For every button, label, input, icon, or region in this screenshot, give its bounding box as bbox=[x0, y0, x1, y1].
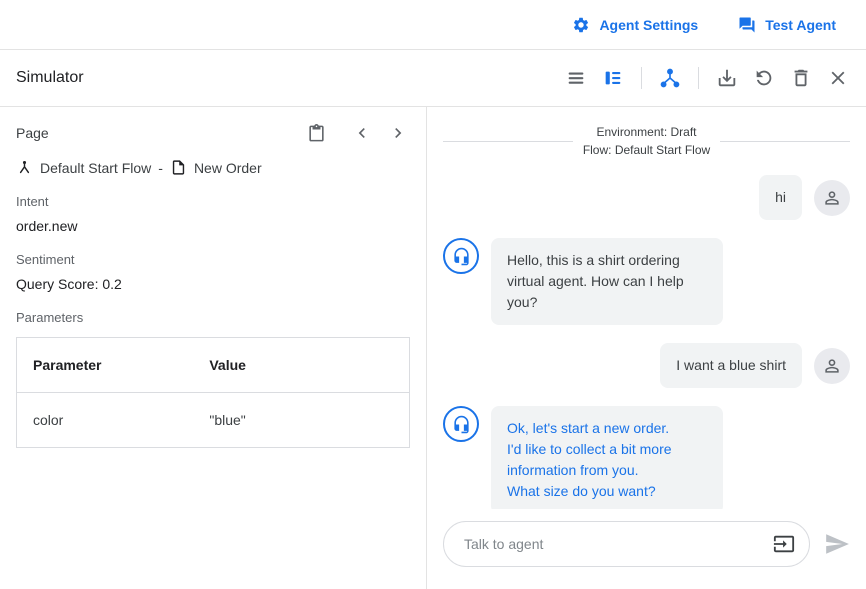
table-header-row: Parameter Value bbox=[17, 338, 410, 393]
dialogflow-simulator-window: Agent Settings Test Agent Simulator bbox=[0, 0, 866, 589]
test-agent-label: Test Agent bbox=[765, 17, 836, 33]
clipboard-icon bbox=[307, 124, 326, 143]
text-view-button[interactable] bbox=[562, 64, 590, 92]
page-actions bbox=[305, 121, 410, 145]
transcript-detail-panel: Page bbox=[0, 107, 427, 589]
agent-settings-label: Agent Settings bbox=[599, 17, 698, 33]
message-bubble: I want a blue shirt bbox=[660, 343, 802, 388]
page-title: Simulator bbox=[16, 69, 84, 87]
value-column-header: Value bbox=[193, 338, 409, 393]
send-icon bbox=[824, 531, 850, 557]
divider-line bbox=[720, 141, 850, 142]
graph-icon bbox=[659, 67, 681, 89]
agent-message: Ok, let's start a new order. I'd like to… bbox=[443, 406, 850, 509]
agent-avatar bbox=[443, 406, 479, 442]
copy-page-button[interactable] bbox=[305, 122, 328, 145]
sentiment-value: Query Score: 0.2 bbox=[16, 276, 410, 292]
submit-utterance-button[interactable] bbox=[773, 533, 795, 555]
user-message: I want a blue shirt bbox=[443, 343, 850, 388]
split-list-icon bbox=[602, 67, 624, 89]
simulator-toolbar bbox=[562, 64, 852, 92]
user-message: hi bbox=[443, 175, 850, 220]
parameter-value-cell: "blue" bbox=[193, 393, 409, 448]
parameter-column-header: Parameter bbox=[17, 338, 194, 393]
page-row: Page bbox=[16, 121, 410, 145]
chat-input-box bbox=[443, 521, 810, 567]
prev-turn-button[interactable] bbox=[350, 121, 374, 145]
intent-label: Intent bbox=[16, 194, 410, 209]
parameters-label: Parameters bbox=[16, 310, 410, 325]
page-name: New Order bbox=[194, 160, 262, 176]
environment-flow: Flow: Default Start Flow bbox=[583, 141, 710, 159]
flow-name: Default Start Flow bbox=[40, 160, 151, 176]
intent-value: order.new bbox=[16, 218, 410, 234]
trash-icon bbox=[790, 67, 812, 89]
flow-graph-button[interactable] bbox=[656, 64, 684, 92]
lines-icon bbox=[565, 67, 587, 89]
main-content: Page bbox=[0, 107, 866, 589]
delete-conversation-button[interactable] bbox=[787, 64, 815, 92]
message-bubble: hi bbox=[759, 175, 802, 220]
person-icon bbox=[822, 356, 842, 376]
gear-icon bbox=[572, 16, 590, 34]
message-bubble: Hello, this is a shirt ordering virtual … bbox=[491, 238, 723, 325]
message-list: hi Hello, this is a shirt ordering virtu… bbox=[443, 167, 850, 509]
close-icon bbox=[827, 67, 849, 89]
environment-info: Environment: Draft Flow: Default Start F… bbox=[583, 123, 710, 159]
agent-avatar bbox=[443, 238, 479, 274]
flow-page-breadcrumb[interactable]: Default Start Flow - New Order bbox=[16, 159, 410, 176]
headset-icon bbox=[452, 415, 471, 434]
table-row: color "blue" bbox=[17, 393, 410, 448]
user-avatar bbox=[814, 180, 850, 216]
flow-icon bbox=[16, 159, 33, 176]
top-bar: Agent Settings Test Agent bbox=[0, 0, 866, 50]
restart-icon bbox=[753, 67, 775, 89]
breadcrumb-dash: - bbox=[158, 160, 163, 176]
user-avatar bbox=[814, 348, 850, 384]
message-bubble: Ok, let's start a new order. I'd like to… bbox=[491, 406, 723, 509]
close-simulator-button[interactable] bbox=[824, 64, 852, 92]
page-label: Page bbox=[16, 125, 49, 141]
chat-bubbles-icon bbox=[738, 16, 756, 34]
next-turn-button[interactable] bbox=[386, 121, 410, 145]
environment-name: Environment: Draft bbox=[583, 123, 710, 141]
detailed-view-button[interactable] bbox=[599, 64, 627, 92]
page-icon bbox=[170, 159, 187, 176]
toolbar-divider bbox=[698, 67, 699, 89]
restart-conversation-button[interactable] bbox=[750, 64, 778, 92]
chevron-right-icon bbox=[388, 123, 408, 143]
chat-input-row bbox=[443, 521, 850, 567]
person-icon bbox=[822, 188, 842, 208]
simulator-header: Simulator bbox=[0, 50, 866, 107]
divider-line bbox=[443, 141, 573, 142]
send-message-button[interactable] bbox=[824, 531, 850, 557]
agent-message: Hello, this is a shirt ordering virtual … bbox=[443, 238, 850, 325]
chevron-left-icon bbox=[352, 123, 372, 143]
toolbar-divider bbox=[641, 67, 642, 89]
sentiment-label: Sentiment bbox=[16, 252, 410, 267]
talk-to-agent-input[interactable] bbox=[462, 535, 765, 553]
enter-input-icon bbox=[773, 533, 795, 555]
conversation-panel: Environment: Draft Flow: Default Start F… bbox=[427, 107, 866, 589]
environment-header: Environment: Draft Flow: Default Start F… bbox=[443, 123, 850, 159]
test-agent-button[interactable]: Test Agent bbox=[738, 16, 836, 34]
parameter-name-cell: color bbox=[17, 393, 194, 448]
headset-icon bbox=[452, 247, 471, 266]
save-conversation-button[interactable] bbox=[713, 64, 741, 92]
download-icon bbox=[716, 67, 738, 89]
agent-settings-button[interactable]: Agent Settings bbox=[572, 16, 698, 34]
parameters-table: Parameter Value color "blue" bbox=[16, 337, 410, 448]
